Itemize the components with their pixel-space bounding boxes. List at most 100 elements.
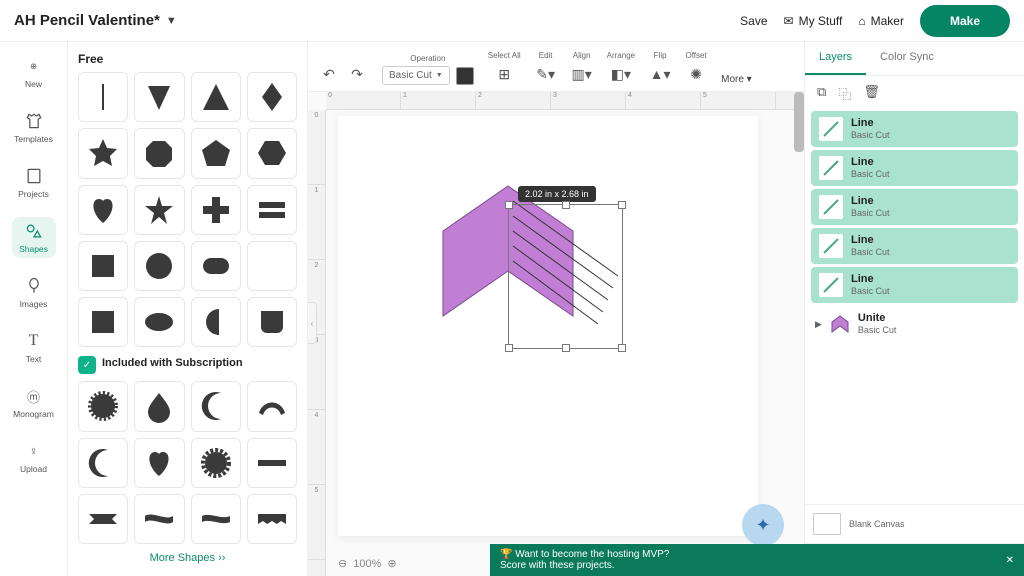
zoom-control[interactable]: ⊖ 100% ⊕ — [338, 557, 397, 570]
ruler-horizontal: 012345 — [326, 92, 804, 110]
more-menu[interactable]: More ▾ — [721, 74, 752, 85]
shape-heart[interactable] — [78, 185, 128, 235]
rail-monogram[interactable]: ⓜMonogram — [12, 382, 56, 423]
shape-line[interactable] — [78, 72, 128, 122]
shape-bar[interactable] — [247, 438, 297, 488]
plus-circle-icon: ⊕ — [24, 56, 44, 76]
color-swatch[interactable] — [456, 67, 474, 85]
sparkle-icon: ✦ — [755, 515, 770, 536]
ai-fab[interactable]: ✦ — [742, 504, 784, 546]
layer-unite[interactable]: ▶UniteBasic Cut — [811, 306, 1018, 342]
arrange-group[interactable]: Arrange◧▾ — [607, 51, 635, 85]
tab-layers[interactable]: Layers — [805, 42, 866, 75]
shape-pentagon[interactable] — [191, 128, 241, 178]
shape-octagon[interactable] — [134, 128, 184, 178]
shape-star-outline[interactable] — [134, 185, 184, 235]
rail-projects[interactable]: Projects — [12, 162, 56, 203]
edit-group[interactable]: Edit✎▾ — [535, 51, 557, 85]
shape-star[interactable] — [78, 128, 128, 178]
promo-toast[interactable]: 🏆 Want to become the hosting MVP? Score … — [490, 544, 1024, 576]
rail-new[interactable]: ⊕New — [12, 52, 56, 93]
handle-b[interactable] — [562, 344, 570, 352]
rail-shapes[interactable]: Shapes — [12, 217, 56, 258]
shape-plus[interactable] — [191, 185, 241, 235]
close-icon[interactable]: ✕ — [1006, 555, 1014, 566]
save-link[interactable]: Save — [740, 14, 767, 28]
shape-crescent2[interactable] — [78, 438, 128, 488]
upload-icon: ⇪ — [24, 441, 44, 461]
zoom-out-icon[interactable]: ⊖ — [338, 557, 347, 570]
shape-crescent[interactable] — [191, 381, 241, 431]
shape-tab[interactable] — [247, 297, 297, 347]
handle-bl[interactable] — [505, 344, 513, 352]
shape-square2[interactable] — [78, 297, 128, 347]
rail-templates[interactable]: Templates — [12, 107, 56, 148]
handle-tl[interactable] — [505, 201, 513, 209]
tab-colorsync[interactable]: Color Sync — [866, 42, 948, 75]
shape-half-circle[interactable] — [191, 297, 241, 347]
operation-select[interactable]: Basic Cut▼ — [382, 66, 450, 85]
shape-seal[interactable] — [191, 438, 241, 488]
operation-group: Operation Basic Cut▼ — [382, 54, 474, 85]
shape-ellipse[interactable] — [134, 297, 184, 347]
chevron-right-icon: ▶ — [815, 319, 822, 330]
align-group[interactable]: Align▥▾ — [571, 51, 593, 85]
select-all-group[interactable]: Select All⊞ — [488, 51, 521, 85]
layer-thumb — [819, 117, 843, 141]
mystuff-link[interactable]: ✉My Stuff — [784, 14, 843, 28]
shape-circle[interactable] — [134, 241, 184, 291]
make-button[interactable]: Make — [920, 5, 1010, 37]
shape-triangle-up[interactable] — [191, 72, 241, 122]
duplicate-icon[interactable]: ⿻ — [838, 84, 851, 103]
rail-text[interactable]: TText — [12, 327, 56, 368]
blank-canvas-row[interactable]: Blank Canvas — [805, 504, 1024, 543]
shape-diamond[interactable] — [247, 72, 297, 122]
subscription-heading: ✓ Included with Subscription — [78, 355, 297, 375]
shape-heart2[interactable] — [134, 438, 184, 488]
handle-br[interactable] — [618, 344, 626, 352]
shape-equals[interactable] — [247, 185, 297, 235]
shape-wave[interactable] — [191, 494, 241, 544]
shape-arc[interactable] — [247, 381, 297, 431]
rail-upload[interactable]: ⇪Upload — [12, 437, 56, 478]
card-icon — [24, 166, 44, 186]
canvas[interactable]: 012345 012345 2.02 in x 2.68 in — [308, 92, 804, 576]
shape-triangle-down[interactable] — [134, 72, 184, 122]
artboard[interactable]: 2.02 in x 2.68 in — [338, 116, 758, 536]
panel-collapse-tab[interactable]: ‹ — [308, 302, 317, 344]
layer-item[interactable]: LineBasic Cut — [811, 189, 1018, 225]
layer-item[interactable]: LineBasic Cut — [811, 150, 1018, 186]
layers-list: LineBasic CutLineBasic CutLineBasic CutL… — [805, 111, 1024, 504]
layer-item[interactable]: LineBasic Cut — [811, 228, 1018, 264]
shape-burst[interactable] — [78, 381, 128, 431]
subscription-shapes-grid — [78, 381, 297, 544]
rail-images[interactable]: Images — [12, 272, 56, 313]
shape-ribbon[interactable] — [78, 494, 128, 544]
selection-box[interactable] — [508, 204, 623, 349]
shape-blank[interactable] — [247, 241, 297, 291]
offset-icon: ✺ — [685, 63, 707, 85]
handle-t[interactable] — [562, 201, 570, 209]
flip-group[interactable]: Flip▲▾ — [649, 51, 671, 85]
shape-wave-ribbon[interactable] — [134, 494, 184, 544]
redo-button[interactable]: ↷ — [346, 63, 368, 85]
handle-tr[interactable] — [618, 201, 626, 209]
scrollbar-vertical[interactable] — [794, 92, 804, 152]
layer-item[interactable]: LineBasic Cut — [811, 267, 1018, 303]
shape-square[interactable] — [78, 241, 128, 291]
maker-link[interactable]: ⌂Maker — [858, 14, 904, 28]
delete-icon[interactable]: 🗑 — [863, 84, 880, 103]
layer-thumb — [819, 273, 843, 297]
undo-button[interactable]: ↶ — [318, 63, 340, 85]
offset-group[interactable]: Offset✺ — [685, 51, 707, 85]
shape-rounded-rect[interactable] — [191, 241, 241, 291]
project-title[interactable]: AH Pencil Valentine* ▼ — [14, 12, 177, 29]
shape-drop[interactable] — [134, 381, 184, 431]
shape-banner[interactable] — [247, 494, 297, 544]
group-icon[interactable]: ⧉ — [817, 84, 826, 103]
shape-hexagon[interactable] — [247, 128, 297, 178]
zoom-in-icon[interactable]: ⊕ — [387, 557, 396, 570]
layer-item[interactable]: LineBasic Cut — [811, 111, 1018, 147]
mail-icon: ✉ — [784, 14, 794, 28]
more-shapes-link[interactable]: More Shapes ›› — [68, 546, 307, 570]
